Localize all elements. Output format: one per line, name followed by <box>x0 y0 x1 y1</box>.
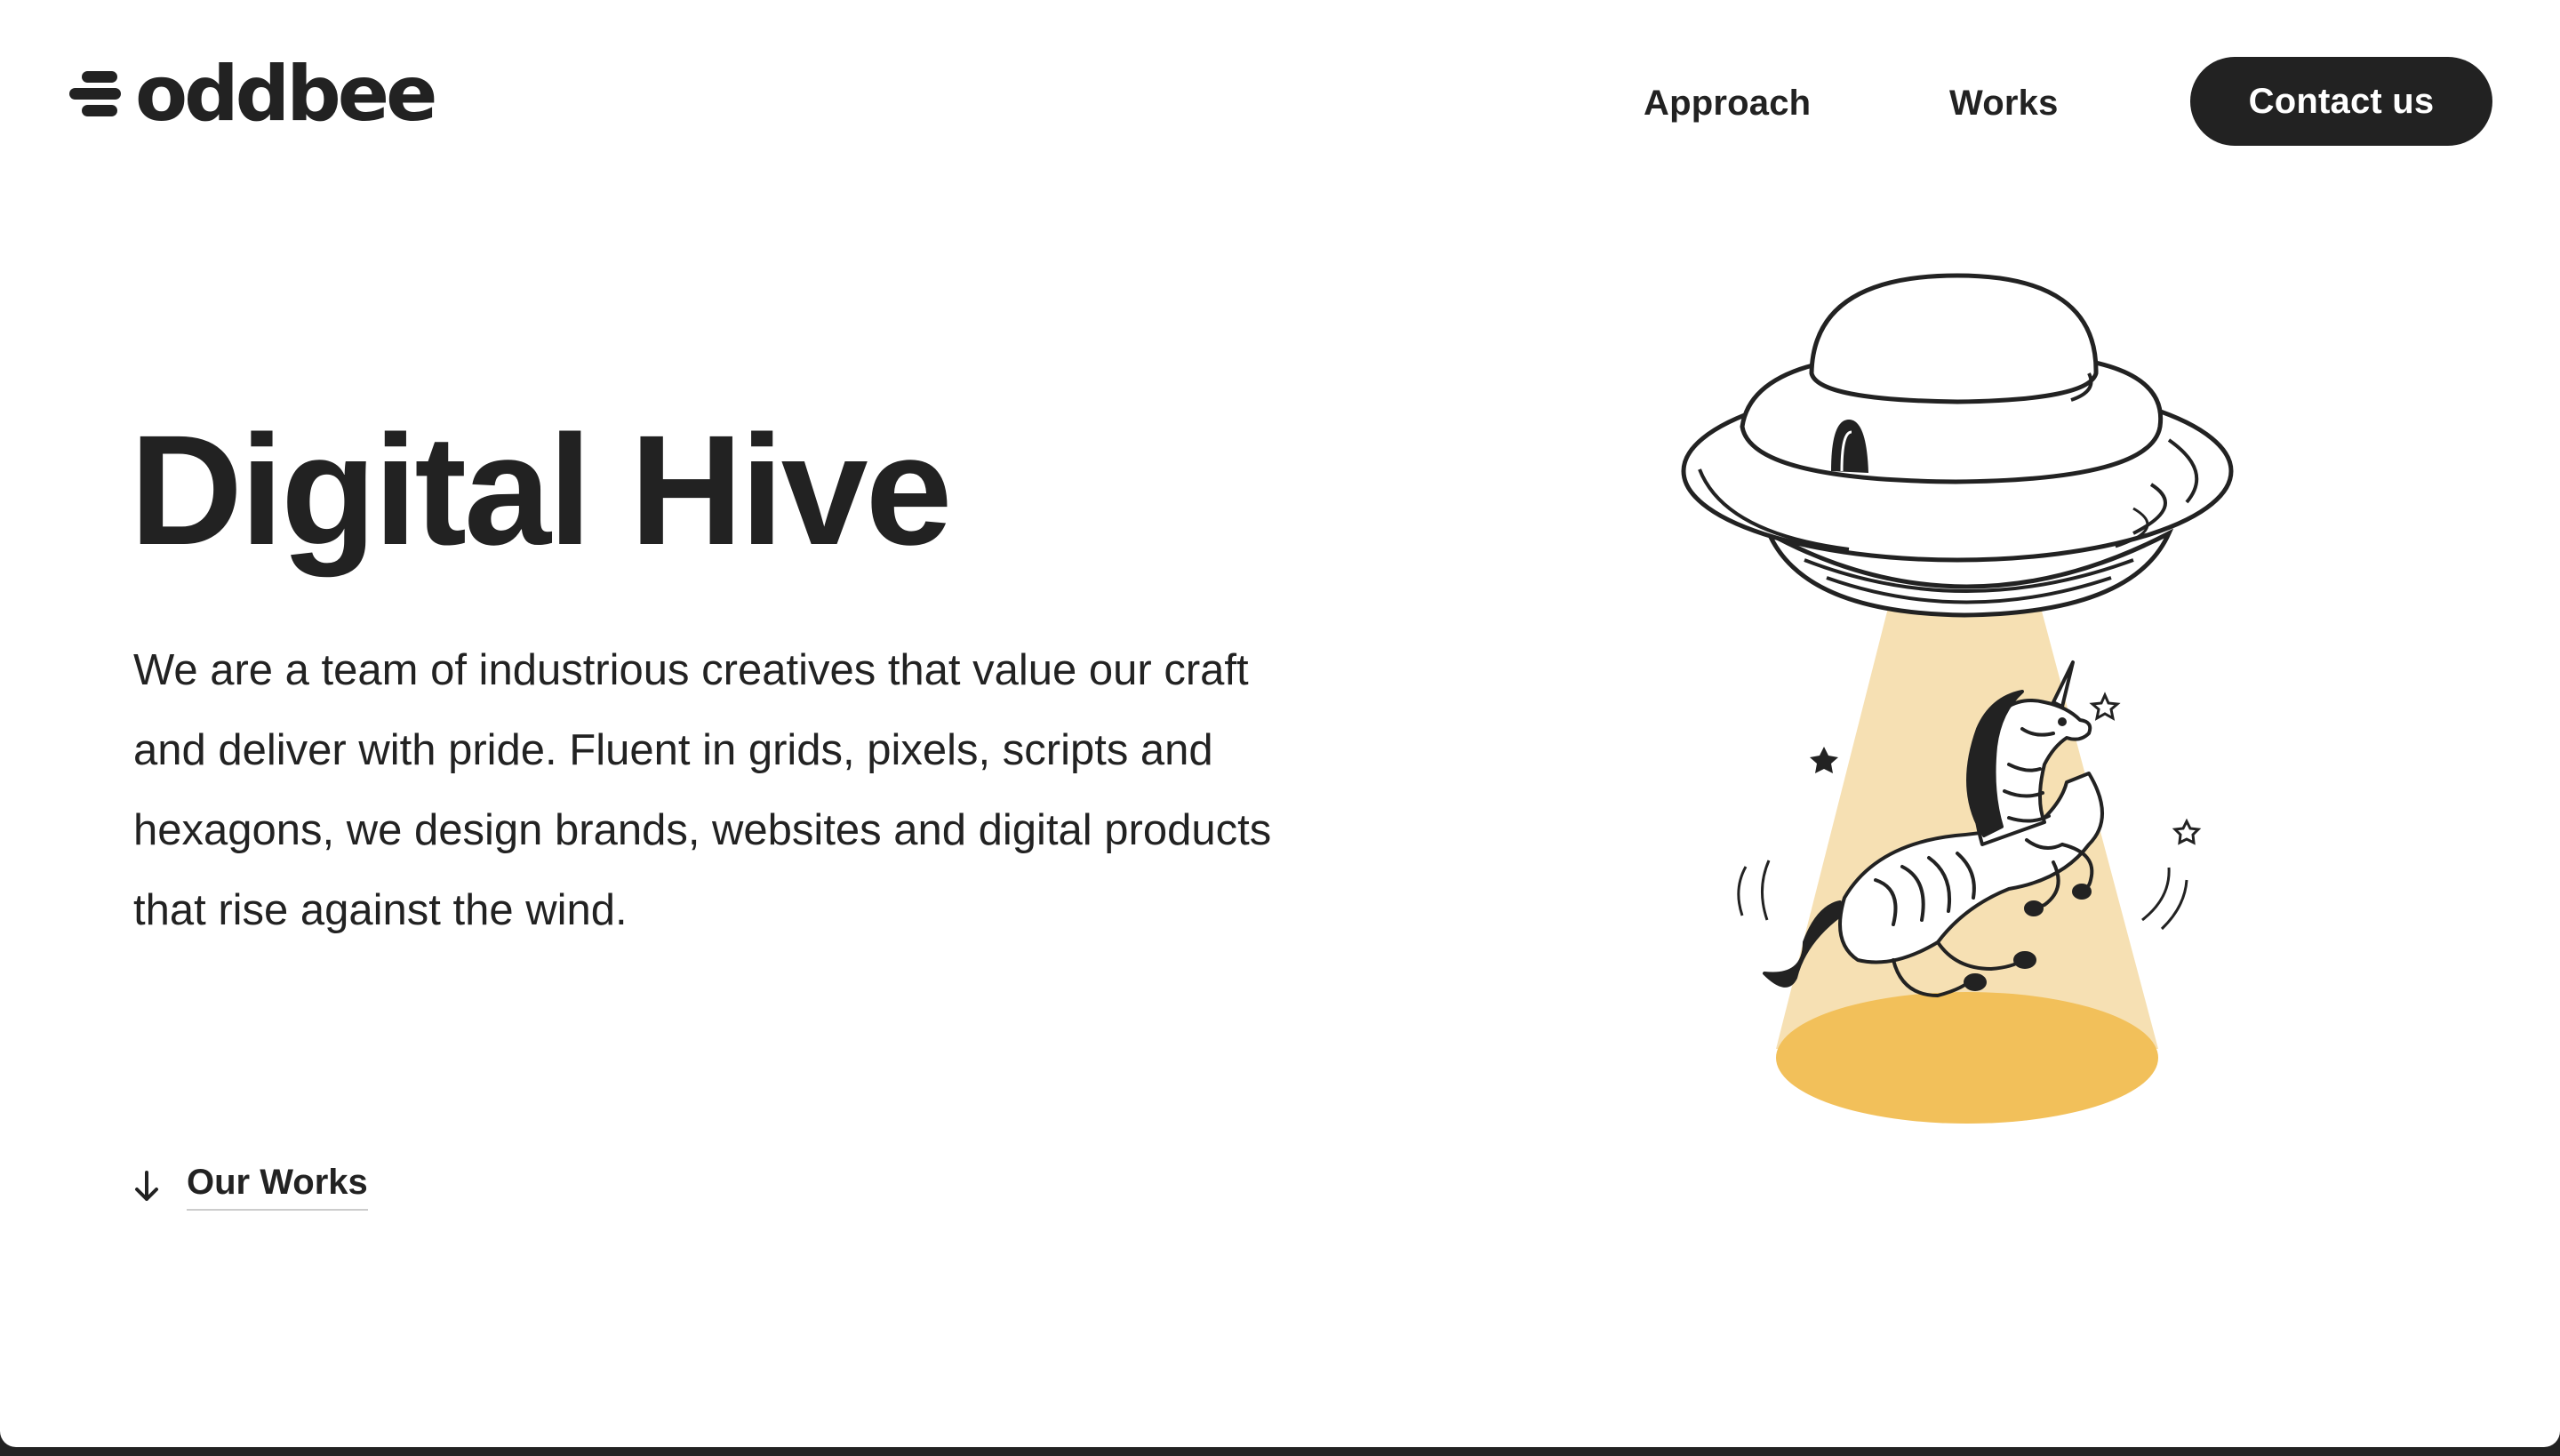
page: oddbee Approach Works Contact us Digital… <box>0 0 2560 1447</box>
nav-works[interactable]: Works <box>1949 78 2059 128</box>
logo-text: oddbee <box>135 50 437 139</box>
ufo-dome <box>1809 273 2099 404</box>
logo-icon <box>69 71 121 116</box>
logo-link[interactable]: oddbee <box>69 50 437 139</box>
contact-us-button[interactable]: Contact us <box>2190 57 2492 146</box>
our-works-label: Our Works <box>187 1156 368 1211</box>
our-works-link[interactable]: Our Works <box>133 1156 368 1211</box>
hero-description: We are a team of industrious creatives t… <box>133 646 1272 934</box>
light-spot <box>1776 992 2158 1124</box>
arrow-down-icon <box>135 1171 158 1201</box>
nav-approach[interactable]: Approach <box>1644 78 1811 128</box>
hero-title: Digital Hive <box>130 404 952 578</box>
ufo-zebra-illustration <box>1681 273 2234 1124</box>
